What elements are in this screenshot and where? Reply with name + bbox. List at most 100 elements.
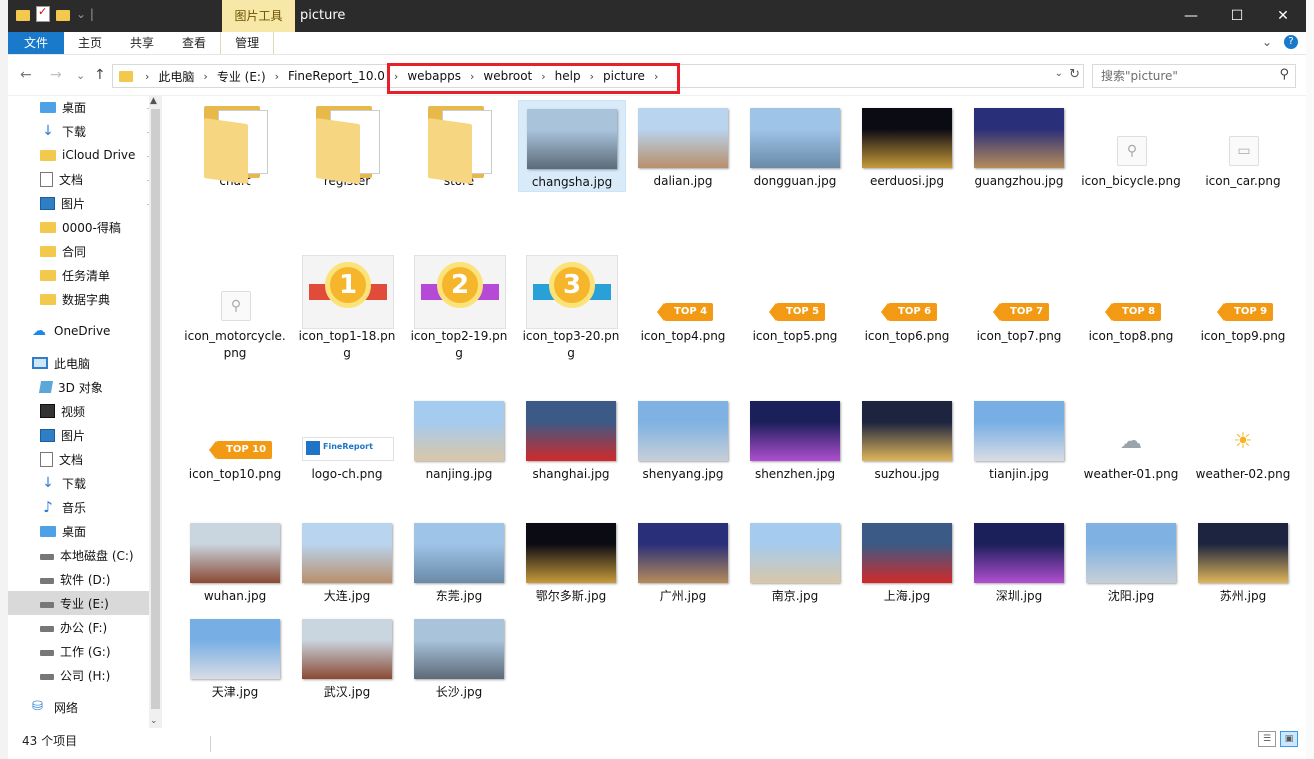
file-item[interactable]: shanghai.jpg [518,393,624,483]
file-item[interactable]: 天津.jpg [182,611,288,701]
sidebar-item[interactable]: 专业 (E:) [8,591,160,615]
search-box[interactable]: ⚲ [1092,64,1296,88]
file-item[interactable]: wuhan.jpg [182,515,288,605]
breadcrumb-separator[interactable]: › [269,70,285,83]
file-item[interactable]: tianjin.jpg [966,393,1072,483]
breadcrumb-finereport[interactable]: FineReport_10.0 [285,69,388,83]
details-view-icon[interactable]: ☰ [1258,731,1276,747]
file-item[interactable]: 广州.jpg [630,515,736,605]
sidebar-item[interactable]: 图片 [8,423,160,447]
tab-manage[interactable]: 管理 [220,32,275,54]
back-button[interactable]: ← [20,67,32,83]
sidebar-item[interactable]: ☁ OneDrive [8,319,160,343]
sidebar-item[interactable]: 工作 (G:) [8,639,160,663]
recent-locations-button[interactable]: ⌄ [76,69,85,82]
tab-view[interactable]: 查看 [168,32,220,54]
file-item[interactable]: 2 icon_top2-19.png [406,255,512,362]
breadcrumb-separator[interactable]: › [648,70,664,83]
file-item[interactable]: 1 icon_top1-18.png [294,255,400,362]
sidebar-item[interactable]: 合同 [8,239,160,263]
sidebar-item[interactable]: 数据字典 [8,287,160,311]
breadcrumb-this-pc[interactable]: 此电脑 [155,68,197,85]
folder-item[interactable]: register [294,100,400,190]
breadcrumb-separator[interactable]: › [535,70,551,83]
forward-button[interactable]: → [50,67,62,83]
file-item[interactable]: dongguan.jpg [742,100,848,190]
file-item[interactable]: changsha.jpg [518,100,626,192]
up-button[interactable]: ↑ [94,67,106,83]
file-item[interactable]: 上海.jpg [854,515,960,605]
file-item[interactable]: ☀ weather-02.png [1190,393,1296,483]
search-icon[interactable]: ⚲ [1279,67,1289,82]
sidebar-item[interactable]: ↓ 下载 [8,471,160,495]
file-item[interactable]: guangzhou.jpg [966,100,1072,190]
breadcrumb-webapps[interactable]: webapps [404,69,464,83]
sidebar-item[interactable]: 软件 (D:) [8,567,160,591]
file-item[interactable]: ⚲ icon_bicycle.png [1078,100,1184,190]
sidebar-item[interactable]: 文档 [8,447,160,471]
scroll-down-icon[interactable]: ⌄ [150,716,158,726]
new-folder-icon[interactable] [56,10,70,21]
folder-item[interactable]: store [406,100,512,190]
file-item[interactable]: 武汉.jpg [294,611,400,701]
file-item[interactable]: ▭ icon_car.png [1190,100,1296,190]
file-item[interactable]: nanjing.jpg [406,393,512,483]
sidebar-item[interactable]: 公司 (H:) [8,663,160,687]
file-item[interactable]: TOP 4 icon_top4.png [630,255,736,345]
breadcrumb-separator[interactable]: › [464,70,480,83]
sidebar-item[interactable]: 任务清单 [8,263,160,287]
breadcrumb-separator[interactable]: › [388,70,404,83]
folder-item[interactable]: chart [182,100,288,190]
file-item[interactable]: TOP 6 icon_top6.png [854,255,960,345]
file-item[interactable]: eerduosi.jpg [854,100,960,190]
file-item[interactable]: 东莞.jpg [406,515,512,605]
sidebar-item[interactable]: 视频 [8,399,160,423]
breadcrumb-separator[interactable]: › [197,70,213,83]
breadcrumb-picture[interactable]: picture [600,69,648,83]
breadcrumb-separator[interactable]: › [584,70,600,83]
address-bar[interactable]: › 此电脑 › 专业 (E:) › FineReport_10.0 › weba… [112,64,1084,88]
file-item[interactable]: 深圳.jpg [966,515,1072,605]
navigation-scrollbar[interactable]: ▲ ⌄ [149,95,162,728]
file-item[interactable]: 鄂尔多斯.jpg [518,515,624,605]
sidebar-item[interactable]: 桌面 [8,519,160,543]
file-item[interactable]: TOP 9 icon_top9.png [1190,255,1296,345]
sidebar-item[interactable]: 本地磁盘 (C:) [8,543,160,567]
search-input[interactable] [1093,65,1273,87]
help-icon[interactable]: ? [1284,35,1298,49]
file-item[interactable]: TOP 7 icon_top7.png [966,255,1072,345]
properties-icon[interactable] [36,5,50,22]
address-dropdown-icon[interactable]: ⌄ [1055,68,1063,79]
minimize-button[interactable]: — [1168,0,1214,32]
file-item[interactable]: 苏州.jpg [1190,515,1296,605]
tab-share[interactable]: 共享 [116,32,168,54]
file-item[interactable]: 南京.jpg [742,515,848,605]
file-item[interactable]: 长沙.jpg [406,611,512,701]
sidebar-item[interactable]: 办公 (F:) [8,615,160,639]
close-button[interactable]: ✕ [1260,0,1306,32]
file-item[interactable]: shenyang.jpg [630,393,736,483]
sidebar-item[interactable]: iCloud Drive⊥ [8,143,160,167]
file-item[interactable]: ⚲ icon_motorcycle.png [182,255,288,362]
file-item[interactable]: TOP 10 icon_top10.png [182,393,288,483]
file-item[interactable]: TOP 5 icon_top5.png [742,255,848,345]
sidebar-item[interactable]: ♪ 音乐 [8,495,160,519]
breadcrumb-webroot[interactable]: webroot [480,69,535,83]
scrollbar-thumb[interactable] [151,109,160,709]
scroll-up-icon[interactable]: ▲ [150,96,157,106]
breadcrumb-help[interactable]: help [552,69,584,83]
expand-ribbon-icon[interactable]: ⌄ [1262,35,1272,49]
sidebar-item[interactable]: 此电脑 [8,351,160,375]
sidebar-item[interactable]: 图片⊥ [8,191,160,215]
breadcrumb-separator[interactable]: › [139,70,155,83]
breadcrumb-drive-e[interactable]: 专业 (E:) [214,68,269,85]
sidebar-item[interactable]: 0000-得稿 [8,215,160,239]
file-item[interactable]: FineReport logo-ch.png [294,393,400,483]
sidebar-item[interactable]: 3D 对象 [8,375,160,399]
sidebar-item[interactable]: ↓下载⊥ [8,119,160,143]
sidebar-item[interactable]: ⛁ 网络 [8,695,160,719]
file-item[interactable]: 3 icon_top3-20.png [518,255,624,362]
file-item[interactable]: dalian.jpg [630,100,736,190]
sidebar-item[interactable]: 文档⊥ [8,167,160,191]
file-item[interactable]: TOP 8 icon_top8.png [1078,255,1184,345]
